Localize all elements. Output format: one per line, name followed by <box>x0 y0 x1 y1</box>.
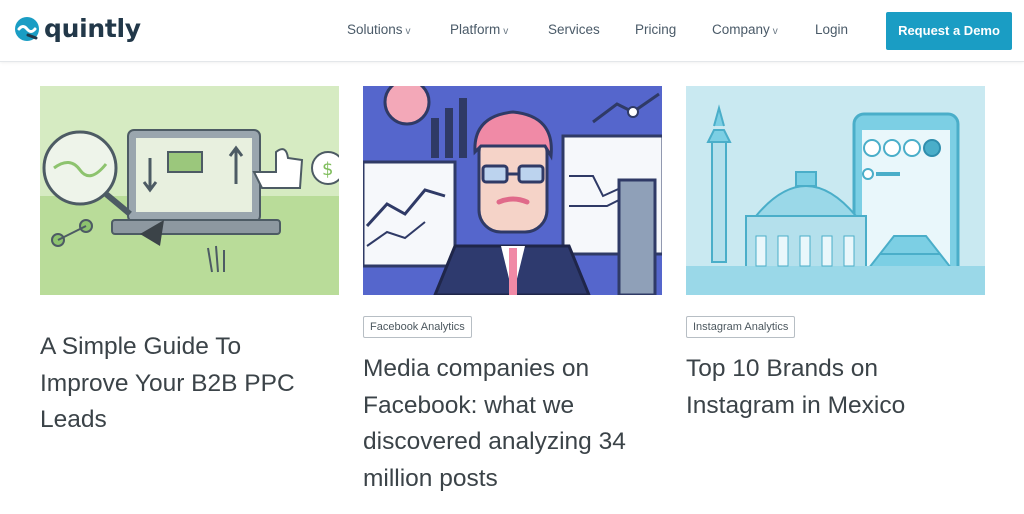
quintly-logo-icon <box>15 17 39 41</box>
chevron-down-icon: v <box>772 26 778 37</box>
nav-item-solutions[interactable]: Solutions v <box>347 22 411 37</box>
nav-item-login[interactable]: Login <box>815 22 848 37</box>
nav-label: Platform <box>450 22 501 37</box>
nav-item-services[interactable]: Services <box>548 22 600 37</box>
category-tag-instagram[interactable]: Instagram Analytics <box>686 316 796 338</box>
card-title-top-brands-mexico[interactable]: Top 10 Brands on Instagram in Mexico <box>686 351 985 424</box>
card-title-media-companies[interactable]: Media companies on Facebook: what we dis… <box>363 351 662 497</box>
quintly-logo[interactable]: quintly <box>14 14 141 44</box>
nav-label: Login <box>815 22 849 37</box>
svg-text:$: $ <box>322 159 333 180</box>
card-image-instagram-mexico[interactable] <box>686 86 985 295</box>
card-image-facebook-media[interactable] <box>363 86 662 295</box>
nav-item-platform[interactable]: Platform v <box>450 22 508 37</box>
category-tag-facebook[interactable]: Facebook Analytics <box>363 316 472 338</box>
brand-name: quintly <box>44 14 141 43</box>
card-image-ppc-illustration[interactable]: $ <box>40 86 339 295</box>
request-demo-button[interactable]: Request a Demo <box>886 12 1012 50</box>
nav-label: Pricing <box>635 22 677 37</box>
nav-label: Services <box>548 22 600 37</box>
nav-label: Solutions <box>347 22 403 37</box>
nav-item-company[interactable]: Company v <box>712 22 778 37</box>
chevron-down-icon: v <box>405 26 411 37</box>
top-navbar: quintly Solutions v Platform v Services Pr… <box>0 0 1024 62</box>
chevron-down-icon: v <box>503 26 509 37</box>
card-title-ppc-guide[interactable]: A Simple Guide To Improve Your B2B PPC L… <box>40 329 330 439</box>
nav-label: Company <box>712 22 770 37</box>
nav-item-pricing[interactable]: Pricing <box>635 22 676 37</box>
